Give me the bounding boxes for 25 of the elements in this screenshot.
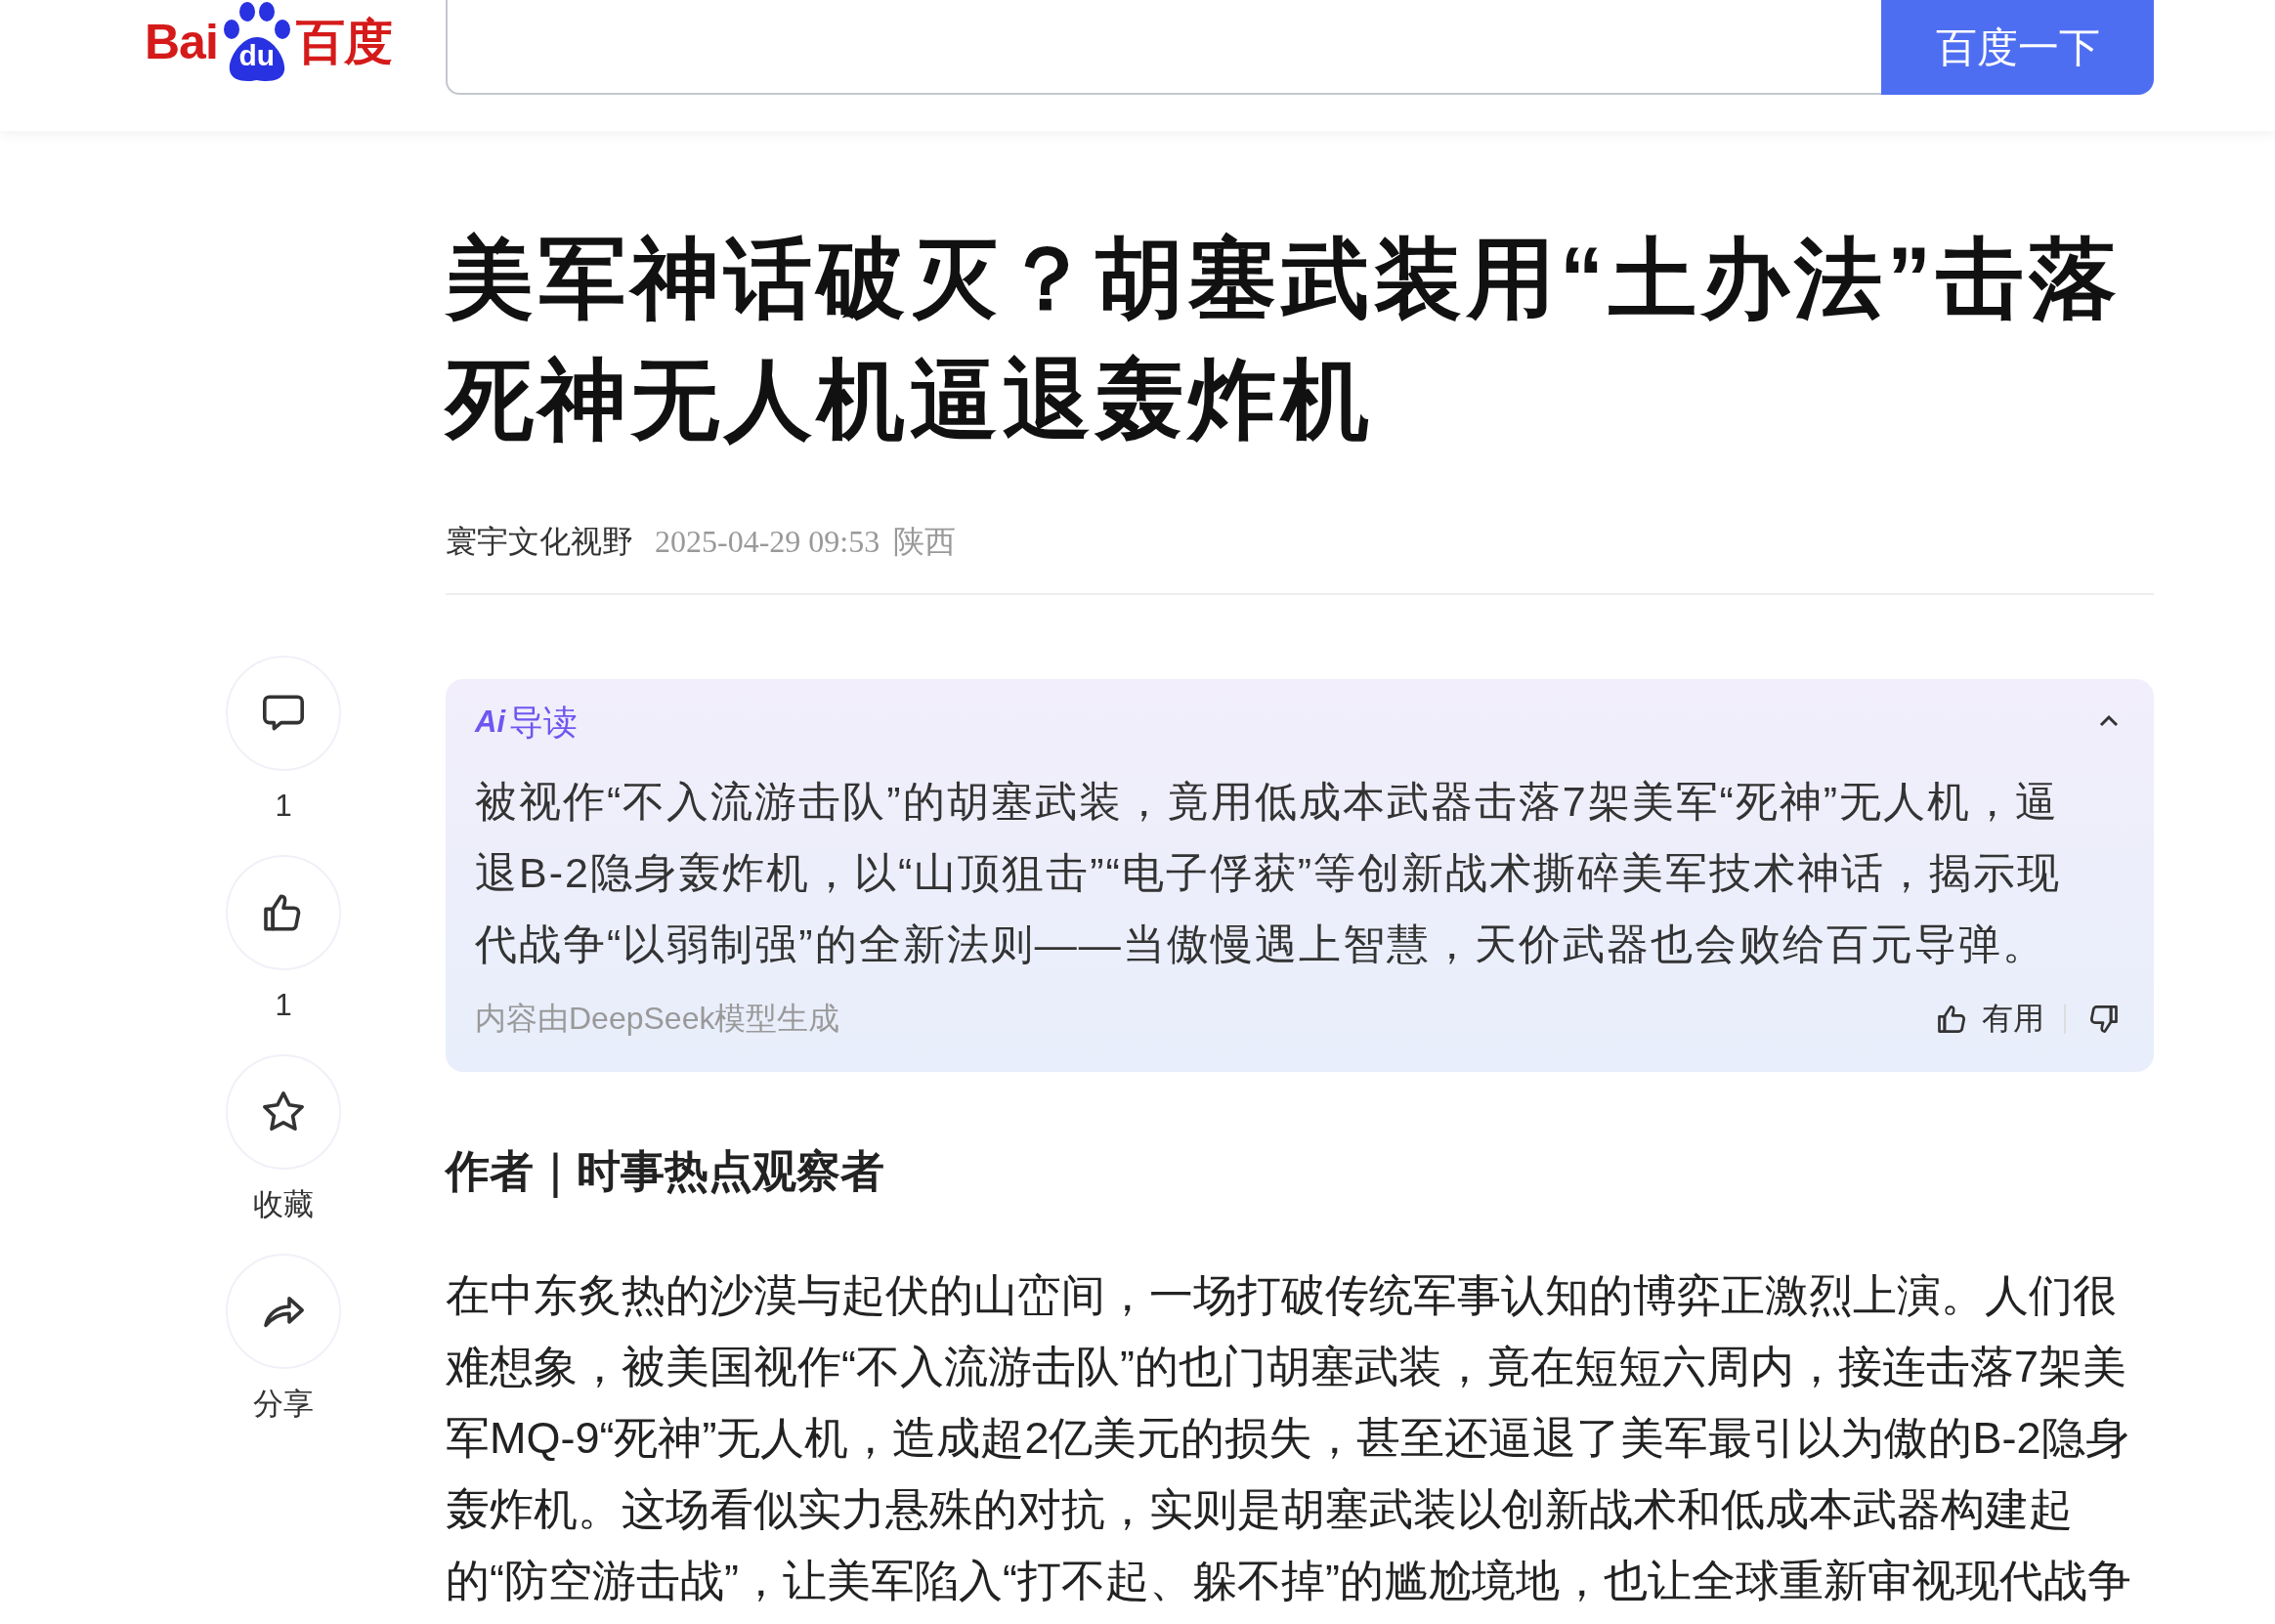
region-label: 陕西 [893,523,957,561]
author-line: 作者｜时事热点观察者 [446,1145,885,1200]
logo-text: 百度 [295,13,392,71]
action-label: 1 [275,988,292,1023]
like-button[interactable] [226,855,341,970]
action-label: 1 [275,789,292,824]
generated-note: 内容由DeepSeek模型生成 [475,1000,840,1038]
action-label: 分享 [253,1387,314,1422]
publish-time: 2025-04-29 09:53 [655,524,880,560]
search-button[interactable]: 百度一下 [1881,0,2154,95]
article-title: 美军神话破灭？胡塞武装用“土办法”击落死神无人机逼退轰炸机 [446,229,2123,450]
summary-text: 被视作“不入流游击队”的胡塞武装，竟用低成本武器击落7架美军“死神”无人机，逼退B-2隐身轰炸机，以“山顶狙击”“电子俘获”等创新战术撕碎美军技术神话，揭示现代战争“以弱制强”的全新法则——当傲慢遇上智慧，天价武器也会败给百元导弹。 [475,777,2063,969]
source-name[interactable]: 寰宇文化视野 [446,521,633,564]
baidu-logo[interactable]: Bai du 百度 [145,0,446,84]
logo-text: du [237,39,277,72]
comment-button[interactable] [226,656,341,771]
useful-button[interactable]: 有用 [1982,998,2044,1041]
summary-title: 导读 [509,701,578,743]
share-button[interactable] [226,1254,341,1369]
ai-label: Ai [475,705,505,740]
logo-text: Bai [145,14,218,70]
favorite-button[interactable] [226,1054,341,1170]
search-field[interactable] [446,0,1881,95]
body-paragraph: 在中东炙热的沙漠与起伏的山峦间，一场打破传统军事认知的博弈正激烈上演。人们很难想象，被美国视作“不入流游击队”的也门胡塞武装，竟在短短六周内，接连击落7架美军MQ-9“死神”无人机，造成超2亿美元的损失，甚至还逼退了美军最引以为傲的B-2隐身轰炸机。这场看似实力悬殊的对抗，实则是胡塞武装以创新战术和低成本武器构建起的“防空游击战”，让美军陷入“打不起、躲不掉”的尴尬境地，也让全球重新审视现代战争 [446,1269,2132,1607]
action-label: 收藏 [253,1187,314,1222]
